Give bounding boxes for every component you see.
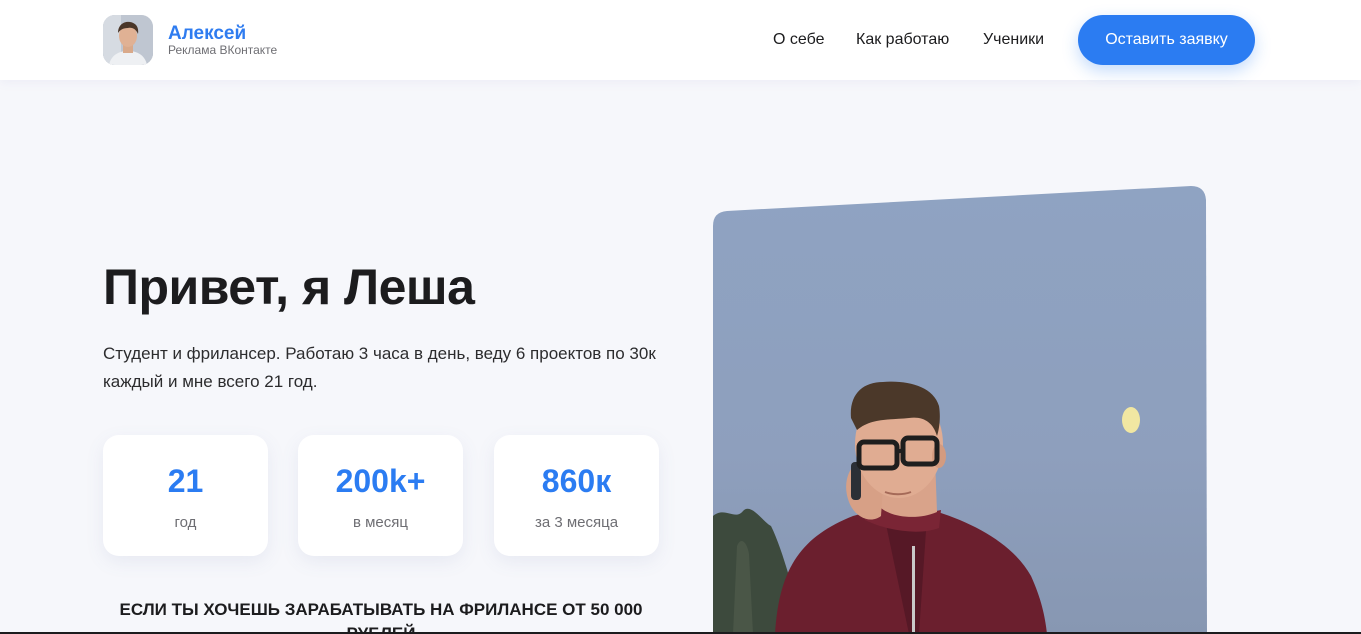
stat-value: 21 (167, 463, 204, 499)
stat-value: 860к (541, 463, 612, 499)
site-header: Алексей Реклама ВКонтакте О себе Как раб… (0, 0, 1361, 80)
stat-card-three-months: 860к за 3 месяца (494, 435, 659, 556)
hero-photo (713, 186, 1207, 634)
promo-heading: ЕСЛИ ТЫ ХОЧЕШЬ ЗАРАБАТЫВАТЬ НА ФРИЛАНСЕ … (119, 600, 643, 634)
stat-card-age: 21 год (103, 435, 268, 556)
avatar[interactable] (103, 15, 153, 65)
stat-value: 200k+ (335, 463, 426, 499)
hero-title: Привет, я Леша (103, 259, 475, 315)
nav-link-how-i-work[interactable]: Как работаю (856, 30, 949, 50)
avatar-photo-icon (103, 15, 153, 65)
hero-description: Студент и фрилансер. Работаю 3 часа в де… (103, 344, 656, 391)
brand-subtitle: Реклама ВКонтакте (168, 43, 278, 57)
brand-name[interactable]: Алексей (168, 23, 246, 45)
leave-request-button[interactable]: Оставить заявку (1078, 15, 1255, 65)
nav-link-about[interactable]: О себе (773, 30, 825, 50)
portrait-photo-icon (713, 186, 1207, 634)
stat-label: в месяц (352, 514, 408, 531)
stat-label: за 3 месяца (534, 514, 619, 531)
stat-card-monthly: 200k+ в месяц (298, 435, 463, 556)
nav-link-students[interactable]: Ученики (983, 30, 1044, 50)
stat-label: год (174, 514, 197, 531)
